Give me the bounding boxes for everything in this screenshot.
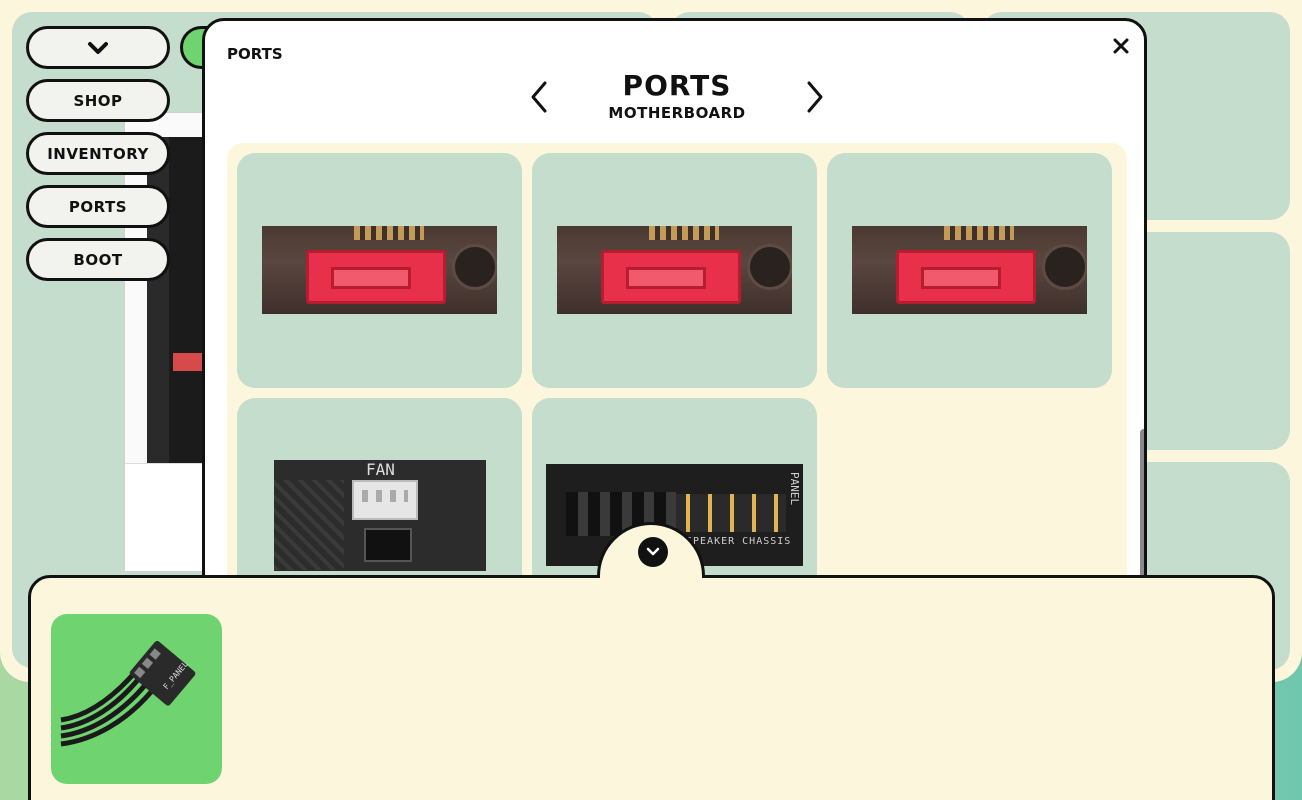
close-button[interactable]: [1110, 35, 1132, 57]
front-panel-cable-image: F_PANEL: [60, 640, 196, 747]
sata-port-image: [852, 226, 1087, 314]
ports-button[interactable]: PORTS: [26, 185, 170, 228]
boot-label: BOOT: [73, 250, 123, 269]
sata-port-image: [557, 226, 792, 314]
fan-label: FAN: [366, 460, 395, 479]
front-panel-bottom-label: SPEAKER CHASSIS: [686, 536, 792, 547]
sata-port-image: [262, 226, 497, 314]
port-card-sata-3[interactable]: [827, 153, 1112, 388]
inventory-label: INVENTORY: [47, 144, 149, 163]
next-component-button[interactable]: [799, 77, 829, 117]
modal-heading: PORTS MOTHERBOARD: [527, 69, 827, 122]
shop-button[interactable]: SHOP: [26, 79, 170, 122]
tray-toggle-dot: [638, 537, 668, 567]
front-panel-side-label: PANEL: [788, 472, 801, 506]
chevron-down-icon: [646, 547, 660, 556]
page-subtitle: MOTHERBOARD: [608, 104, 746, 122]
boot-button[interactable]: BOOT: [26, 238, 170, 281]
port-card-sata-2[interactable]: [532, 153, 817, 388]
tray-item-front-panel-cable[interactable]: F_PANEL: [51, 614, 222, 784]
inventory-button[interactable]: INVENTORY: [26, 132, 170, 175]
ports-label: PORTS: [68, 197, 128, 216]
chevron-right-icon: [807, 81, 823, 113]
port-card-sata-1[interactable]: [237, 153, 522, 388]
modal-tag: PORTS: [227, 45, 283, 63]
fan-header-image: FAN: [274, 460, 486, 571]
chevron-down-icon: [88, 41, 108, 54]
collapse-menu-button[interactable]: [26, 26, 170, 69]
close-icon: [1113, 38, 1129, 54]
shop-label: SHOP: [73, 91, 123, 110]
inventory-tray: F_PANEL: [28, 575, 1275, 800]
page-title: PORTS: [622, 69, 732, 102]
